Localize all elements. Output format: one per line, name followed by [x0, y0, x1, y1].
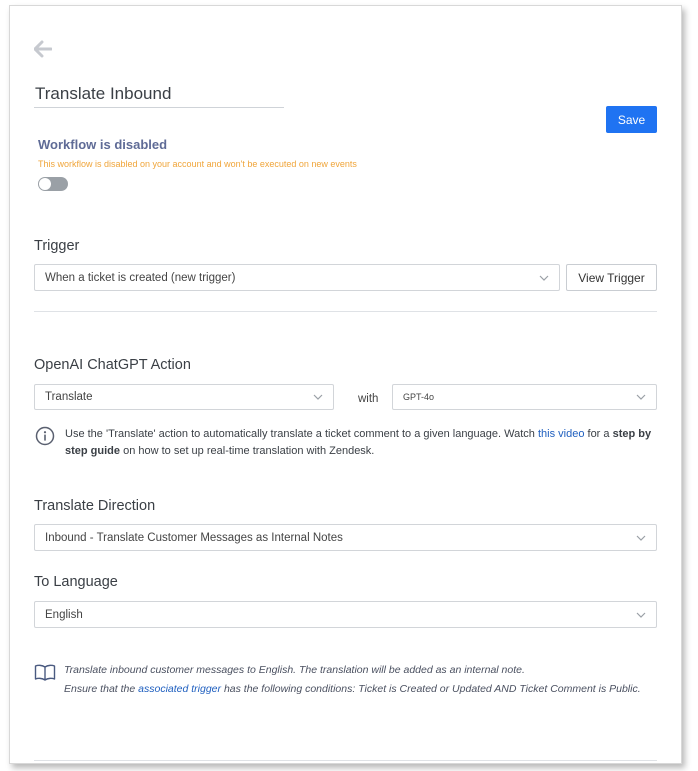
- translation-note: Translate inbound customer messages to E…: [64, 661, 659, 699]
- chevron-down-icon: [636, 535, 646, 541]
- chevron-down-icon: [539, 275, 549, 281]
- action-label: OpenAI ChatGPT Action: [34, 357, 191, 373]
- model-select[interactable]: GPT-4o: [392, 384, 657, 410]
- workflow-card: Save Workflow is disabled This workflow …: [9, 5, 682, 764]
- chevron-down-icon: [313, 394, 323, 400]
- direction-label: Translate Direction: [34, 498, 156, 514]
- workflow-status-title: Workflow is disabled: [38, 137, 168, 152]
- video-link[interactable]: this video: [538, 428, 584, 440]
- view-trigger-button[interactable]: View Trigger: [566, 264, 657, 291]
- workflow-title-input[interactable]: [34, 80, 284, 108]
- trigger-select[interactable]: When a ticket is created (new trigger): [34, 264, 560, 291]
- action-select[interactable]: Translate: [34, 384, 334, 410]
- action-info-text: Use the 'Translate' action to automatica…: [65, 428, 652, 457]
- direction-select[interactable]: Inbound - Translate Customer Messages as…: [34, 524, 657, 551]
- chevron-down-icon: [636, 612, 646, 618]
- arrow-left-icon[interactable]: [33, 40, 54, 60]
- workflow-status-description: This workflow is disabled on your accoun…: [38, 159, 357, 169]
- info-circle-icon: [35, 426, 55, 446]
- language-label: To Language: [34, 574, 118, 590]
- action-select-value: Translate: [45, 391, 93, 403]
- model-select-value: GPT-4o: [403, 392, 435, 402]
- chevron-down-icon: [636, 394, 646, 400]
- bottom-divider: [34, 760, 657, 761]
- note-line-2: Ensure that the associated trigger has t…: [64, 683, 641, 695]
- trigger-label: Trigger: [34, 238, 80, 254]
- note-line-1: Translate inbound customer messages to E…: [64, 664, 525, 676]
- toggle-knob: [39, 178, 51, 190]
- save-button[interactable]: Save: [606, 106, 657, 133]
- trigger-select-value: When a ticket is created (new trigger): [45, 271, 236, 284]
- associated-trigger-link[interactable]: associated trigger: [138, 683, 221, 695]
- workflow-enabled-toggle[interactable]: [38, 177, 68, 191]
- direction-select-value: Inbound - Translate Customer Messages as…: [45, 531, 343, 544]
- language-select-value: English: [45, 608, 83, 621]
- section-divider: [34, 311, 657, 312]
- open-book-icon: [34, 663, 56, 681]
- with-label: with: [358, 393, 379, 405]
- language-select[interactable]: English: [34, 601, 657, 628]
